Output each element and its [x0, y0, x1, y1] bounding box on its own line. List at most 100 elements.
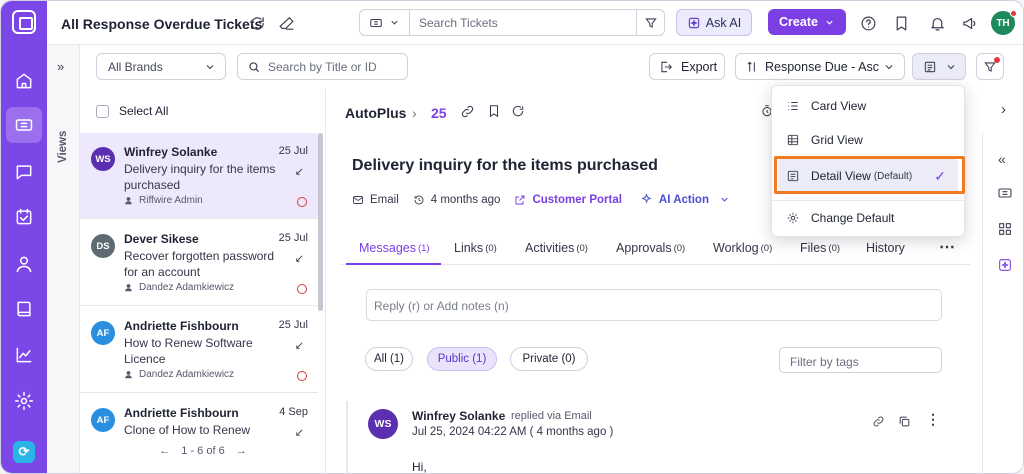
- ask-ai-button[interactable]: Ask AI: [676, 9, 752, 36]
- tab-worklog[interactable]: Worklog (0): [713, 241, 772, 255]
- tab-activities[interactable]: Activities (0): [525, 241, 588, 255]
- advanced-filter-button[interactable]: [976, 53, 1004, 80]
- announcement-icon[interactable]: [960, 14, 978, 32]
- tag-filter-select[interactable]: Filter by tags: [779, 347, 942, 373]
- ticket-list-item[interactable]: AF Andriette Fishbourn 25 Jul How to Ren…: [80, 307, 318, 393]
- prev-page-arrow-icon[interactable]: ←: [159, 445, 170, 457]
- tab-messages[interactable]: Messages (1): [359, 241, 430, 255]
- incoming-arrow-icon: ↙: [294, 166, 304, 178]
- ticket-avatar: WS: [91, 147, 115, 171]
- ticket-search-box[interactable]: Search Tickets: [359, 9, 665, 36]
- chevron-down-icon[interactable]: [719, 194, 730, 205]
- copy-icon[interactable]: [898, 415, 911, 428]
- customer-portal-link[interactable]: Customer Portal: [532, 194, 621, 206]
- view-switcher-button[interactable]: [912, 53, 966, 80]
- person-icon: [125, 284, 132, 292]
- ticket-subject: Clone of How to Renew: [124, 423, 251, 437]
- brand-select[interactable]: All Brands: [96, 53, 226, 80]
- title-id-search-input[interactable]: Search by Title or ID: [237, 53, 408, 80]
- eraser-icon[interactable]: [277, 14, 295, 32]
- search-input[interactable]: Search Tickets: [419, 16, 498, 30]
- person-icon: [125, 197, 132, 205]
- tasks-icon[interactable]: [10, 203, 38, 231]
- detail-view-icon: [924, 61, 936, 72]
- tab-history[interactable]: History: [866, 241, 905, 255]
- bookmark-icon[interactable]: [892, 14, 910, 32]
- ticket-requester: Andriette Fishbourn: [124, 406, 239, 420]
- incoming-arrow-icon: ↙: [294, 427, 304, 439]
- sort-select[interactable]: Response Due - Asc: [735, 53, 905, 80]
- next-ticket-chevron-icon[interactable]: ›: [1001, 101, 1006, 118]
- ai-action-button[interactable]: AI Action: [659, 194, 709, 206]
- search-icon: [249, 61, 260, 72]
- filter-chip-all[interactable]: All (1): [365, 347, 413, 371]
- ticket-date: 4 Sep: [279, 406, 308, 418]
- overdue-clock-icon: [297, 197, 307, 207]
- ticket-list: Select All WS Winfrey Solanke 25 Jul Del…: [80, 89, 326, 473]
- grid-icon: [787, 134, 799, 146]
- search-filter-icon[interactable]: [636, 10, 664, 35]
- select-all-label: Select All: [119, 104, 169, 118]
- person-icon: [125, 371, 132, 379]
- apps-grid-icon[interactable]: [997, 221, 1013, 237]
- message-timestamp: Jul 25, 2024 04:22 AM ( 4 months ago ): [412, 426, 614, 438]
- right-side-rail: «: [982, 133, 1023, 473]
- user-avatar[interactable]: TH: [991, 10, 1017, 35]
- home-icon[interactable]: [10, 67, 38, 95]
- brand-name: AutoPlus: [345, 105, 407, 121]
- settings-gear-icon[interactable]: [10, 387, 38, 415]
- menu-item-grid-view[interactable]: Grid View: [772, 123, 966, 157]
- reply-input[interactable]: Reply (r) or Add notes (n): [366, 289, 942, 321]
- help-icon[interactable]: [859, 14, 877, 32]
- ticket-list-item[interactable]: WS Winfrey Solanke 25 Jul Delivery inqui…: [80, 133, 318, 219]
- ticket-list-item[interactable]: AF Andriette Fishbourn 4 Sep Clone of Ho…: [80, 394, 318, 442]
- ai-assist-icon[interactable]: [997, 257, 1013, 273]
- list-scrollbar[interactable]: [318, 133, 323, 311]
- chat-icon[interactable]: [10, 158, 38, 186]
- tab-links[interactable]: Links (0): [454, 241, 497, 255]
- more-tabs-icon[interactable]: ⋯: [939, 237, 955, 257]
- filter-chip-public[interactable]: Public (1): [427, 347, 497, 371]
- gear-icon: [787, 212, 799, 223]
- bookmark-icon[interactable]: [487, 104, 501, 118]
- app-logo-icon[interactable]: [12, 10, 36, 34]
- expand-chevrons-icon[interactable]: »: [57, 59, 64, 74]
- sync-app-icon[interactable]: ⟳: [13, 441, 35, 463]
- link-icon[interactable]: [872, 415, 885, 428]
- search-scope-selector[interactable]: [360, 10, 410, 35]
- ticket-requester: Dever Sikese: [124, 232, 199, 246]
- collapse-chevrons-icon[interactable]: «: [998, 151, 1006, 167]
- more-options-icon[interactable]: ⋮: [926, 411, 940, 428]
- list-icon: [788, 102, 798, 110]
- tab-approvals[interactable]: Approvals (0): [616, 241, 685, 255]
- chevron-down-icon: [947, 64, 955, 69]
- filter-chip-private[interactable]: Private (0): [510, 347, 588, 371]
- ask-ai-label: Ask AI: [705, 15, 742, 30]
- tickets-icon[interactable]: [6, 107, 42, 143]
- active-tab-indicator: [346, 263, 441, 265]
- select-all-checkbox[interactable]: [96, 104, 109, 118]
- reports-icon[interactable]: [10, 341, 38, 369]
- menu-item-card-view[interactable]: Card View: [772, 89, 966, 123]
- ticket-list-item[interactable]: DS Dever Sikese 25 Jul Recover forgotten…: [80, 220, 318, 306]
- tab-files[interactable]: Files (0): [800, 241, 840, 255]
- knowledge-base-icon[interactable]: [10, 295, 38, 323]
- views-panel-toggle[interactable]: » Views: [47, 45, 80, 473]
- pagination-text: 1 - 6 of 6: [181, 445, 225, 457]
- contacts-icon[interactable]: [10, 250, 38, 278]
- ticket-subject: Delivery inquiry for the items purchased: [124, 162, 276, 192]
- select-all-row[interactable]: Select All: [80, 89, 326, 133]
- ticket-properties-icon[interactable]: [997, 185, 1013, 201]
- next-page-arrow-icon[interactable]: →: [236, 445, 247, 457]
- ticket-number[interactable]: 25: [431, 105, 447, 121]
- create-button[interactable]: Create: [768, 9, 846, 35]
- sort-label: Response Due - Asc: [765, 59, 879, 74]
- refresh-icon[interactable]: [248, 14, 266, 32]
- ticket-agent-name: Dandez Adamkiewicz: [139, 282, 235, 293]
- refresh-icon[interactable]: [511, 104, 525, 118]
- export-button[interactable]: Export: [649, 53, 725, 80]
- ticket-date: 25 Jul: [278, 319, 308, 331]
- menu-item-change-default[interactable]: Change Default: [772, 200, 966, 234]
- bell-icon[interactable]: [928, 14, 946, 32]
- link-icon[interactable]: [460, 104, 475, 119]
